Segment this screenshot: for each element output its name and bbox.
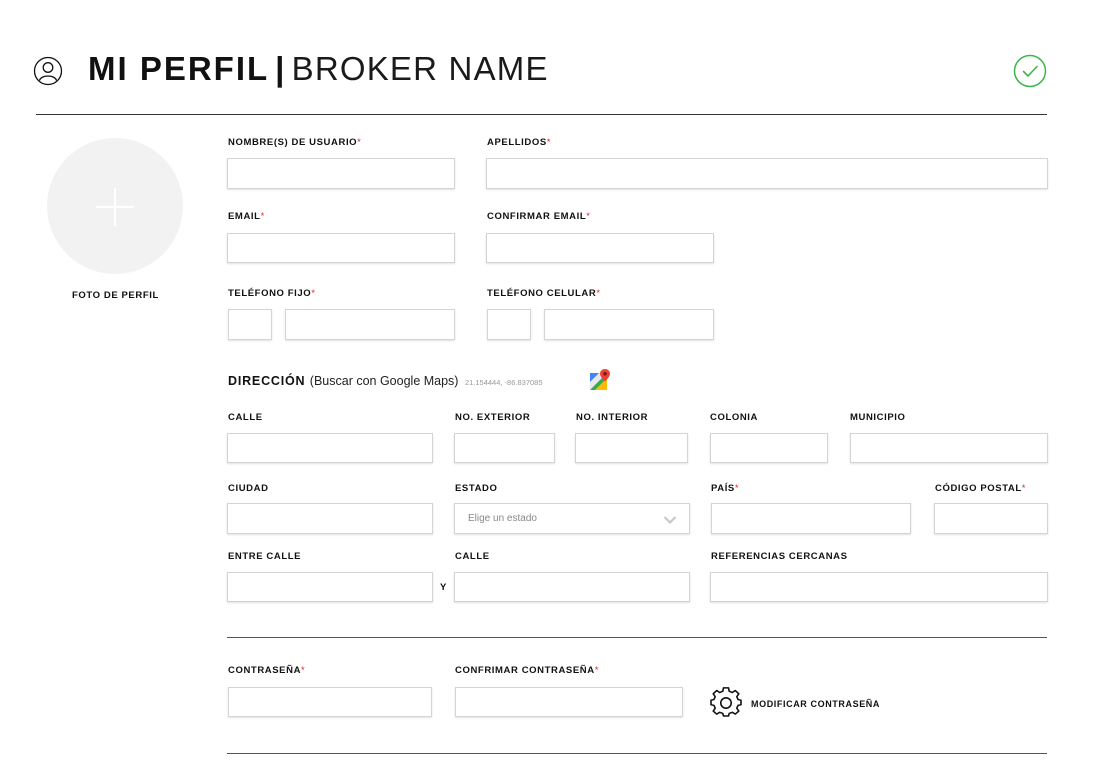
colonia-input[interactable] bbox=[710, 433, 828, 463]
telefono-fijo-label: TELÉFONO FIJO* bbox=[228, 288, 316, 299]
direccion-subtitle: (Buscar con Google Maps) bbox=[309, 374, 459, 388]
chevron-down-icon bbox=[663, 516, 677, 525]
profile-photo-label: FOTO DE PERFIL bbox=[72, 290, 159, 301]
contrasena-input[interactable] bbox=[228, 687, 432, 717]
google-maps-icon[interactable] bbox=[589, 368, 613, 392]
email-input[interactable] bbox=[227, 233, 455, 263]
confirmar-email-input[interactable] bbox=[486, 233, 714, 263]
broker-name: BROKER NAME bbox=[291, 50, 549, 87]
telefono-fijo-lada-input[interactable] bbox=[228, 309, 272, 340]
estado-select-value: Elige un estado bbox=[468, 513, 537, 524]
apellidos-input[interactable] bbox=[486, 158, 1048, 189]
referencias-label: REFERENCIAS CERCANAS bbox=[711, 551, 848, 562]
ciudad-input[interactable] bbox=[227, 503, 433, 534]
apellidos-label: APELLIDOS* bbox=[487, 137, 552, 148]
bottom-divider bbox=[227, 753, 1047, 754]
municipio-label: MUNICIPIO bbox=[850, 412, 906, 423]
estado-select[interactable]: Elige un estado bbox=[454, 503, 690, 534]
profile-photo-upload[interactable] bbox=[47, 138, 183, 274]
confirmar-contrasena-label: CONFRIMAR CONTRASEÑA* bbox=[455, 665, 600, 676]
contrasena-label: CONTRASEÑA* bbox=[228, 665, 306, 676]
plus-icon bbox=[96, 188, 134, 226]
codigo-postal-label: CÓDIGO POSTAL* bbox=[935, 483, 1027, 494]
email-label: EMAIL* bbox=[228, 211, 265, 222]
no-exterior-input[interactable] bbox=[454, 433, 555, 463]
nombre-label: NOMBRE(S) DE USUARIO* bbox=[228, 137, 362, 148]
telefono-celular-label: TELÉFONO CELULAR* bbox=[487, 288, 601, 299]
user-icon bbox=[33, 56, 63, 86]
telefono-celular-input[interactable] bbox=[544, 309, 714, 340]
confirmar-email-label: CONFIRMAR EMAIL* bbox=[487, 211, 591, 222]
entre-calle-input[interactable] bbox=[227, 572, 433, 602]
gear-icon bbox=[710, 687, 742, 717]
page-title-main: MI PERFIL bbox=[88, 50, 270, 87]
y-connector: Y bbox=[440, 582, 447, 593]
telefono-fijo-input[interactable] bbox=[285, 309, 455, 340]
ciudad-label: CIUDAD bbox=[228, 483, 269, 494]
check-icon[interactable] bbox=[1013, 54, 1047, 88]
pais-input[interactable] bbox=[711, 503, 911, 534]
direccion-title: DIRECCIÓN bbox=[228, 374, 306, 388]
modificar-contrasena-label: MODIFICAR CONTRASEÑA bbox=[751, 699, 880, 709]
direccion-heading: DIRECCIÓN (Buscar con Google Maps) 21.15… bbox=[228, 372, 543, 390]
calle2-input[interactable] bbox=[454, 572, 690, 602]
estado-label: ESTADO bbox=[455, 483, 498, 494]
referencias-input[interactable] bbox=[710, 572, 1048, 602]
page-title: MI PERFIL | BROKER NAME bbox=[88, 50, 549, 88]
nombre-input[interactable] bbox=[227, 158, 455, 189]
section-divider bbox=[227, 637, 1047, 638]
municipio-input[interactable] bbox=[850, 433, 1048, 463]
direccion-coords: 21.154444, -86.837085 bbox=[464, 378, 543, 387]
no-interior-label: NO. INTERIOR bbox=[576, 412, 649, 423]
title-separator: | bbox=[275, 50, 286, 87]
calle-input[interactable] bbox=[227, 433, 433, 463]
codigo-postal-input[interactable] bbox=[934, 503, 1048, 534]
calle2-label: CALLE bbox=[455, 551, 490, 562]
colonia-label: COLONIA bbox=[710, 412, 759, 423]
no-exterior-label: NO. EXTERIOR bbox=[455, 412, 531, 423]
no-interior-input[interactable] bbox=[575, 433, 688, 463]
telefono-celular-lada-input[interactable] bbox=[487, 309, 531, 340]
modificar-contrasena-button[interactable]: MODIFICAR CONTRASEÑA bbox=[710, 687, 910, 719]
calle-label: CALLE bbox=[228, 412, 263, 423]
entre-calle-label: ENTRE CALLE bbox=[228, 551, 302, 562]
pais-label: PAÍS* bbox=[711, 483, 740, 494]
header-divider bbox=[36, 114, 1047, 115]
confirmar-contrasena-input[interactable] bbox=[455, 687, 683, 717]
